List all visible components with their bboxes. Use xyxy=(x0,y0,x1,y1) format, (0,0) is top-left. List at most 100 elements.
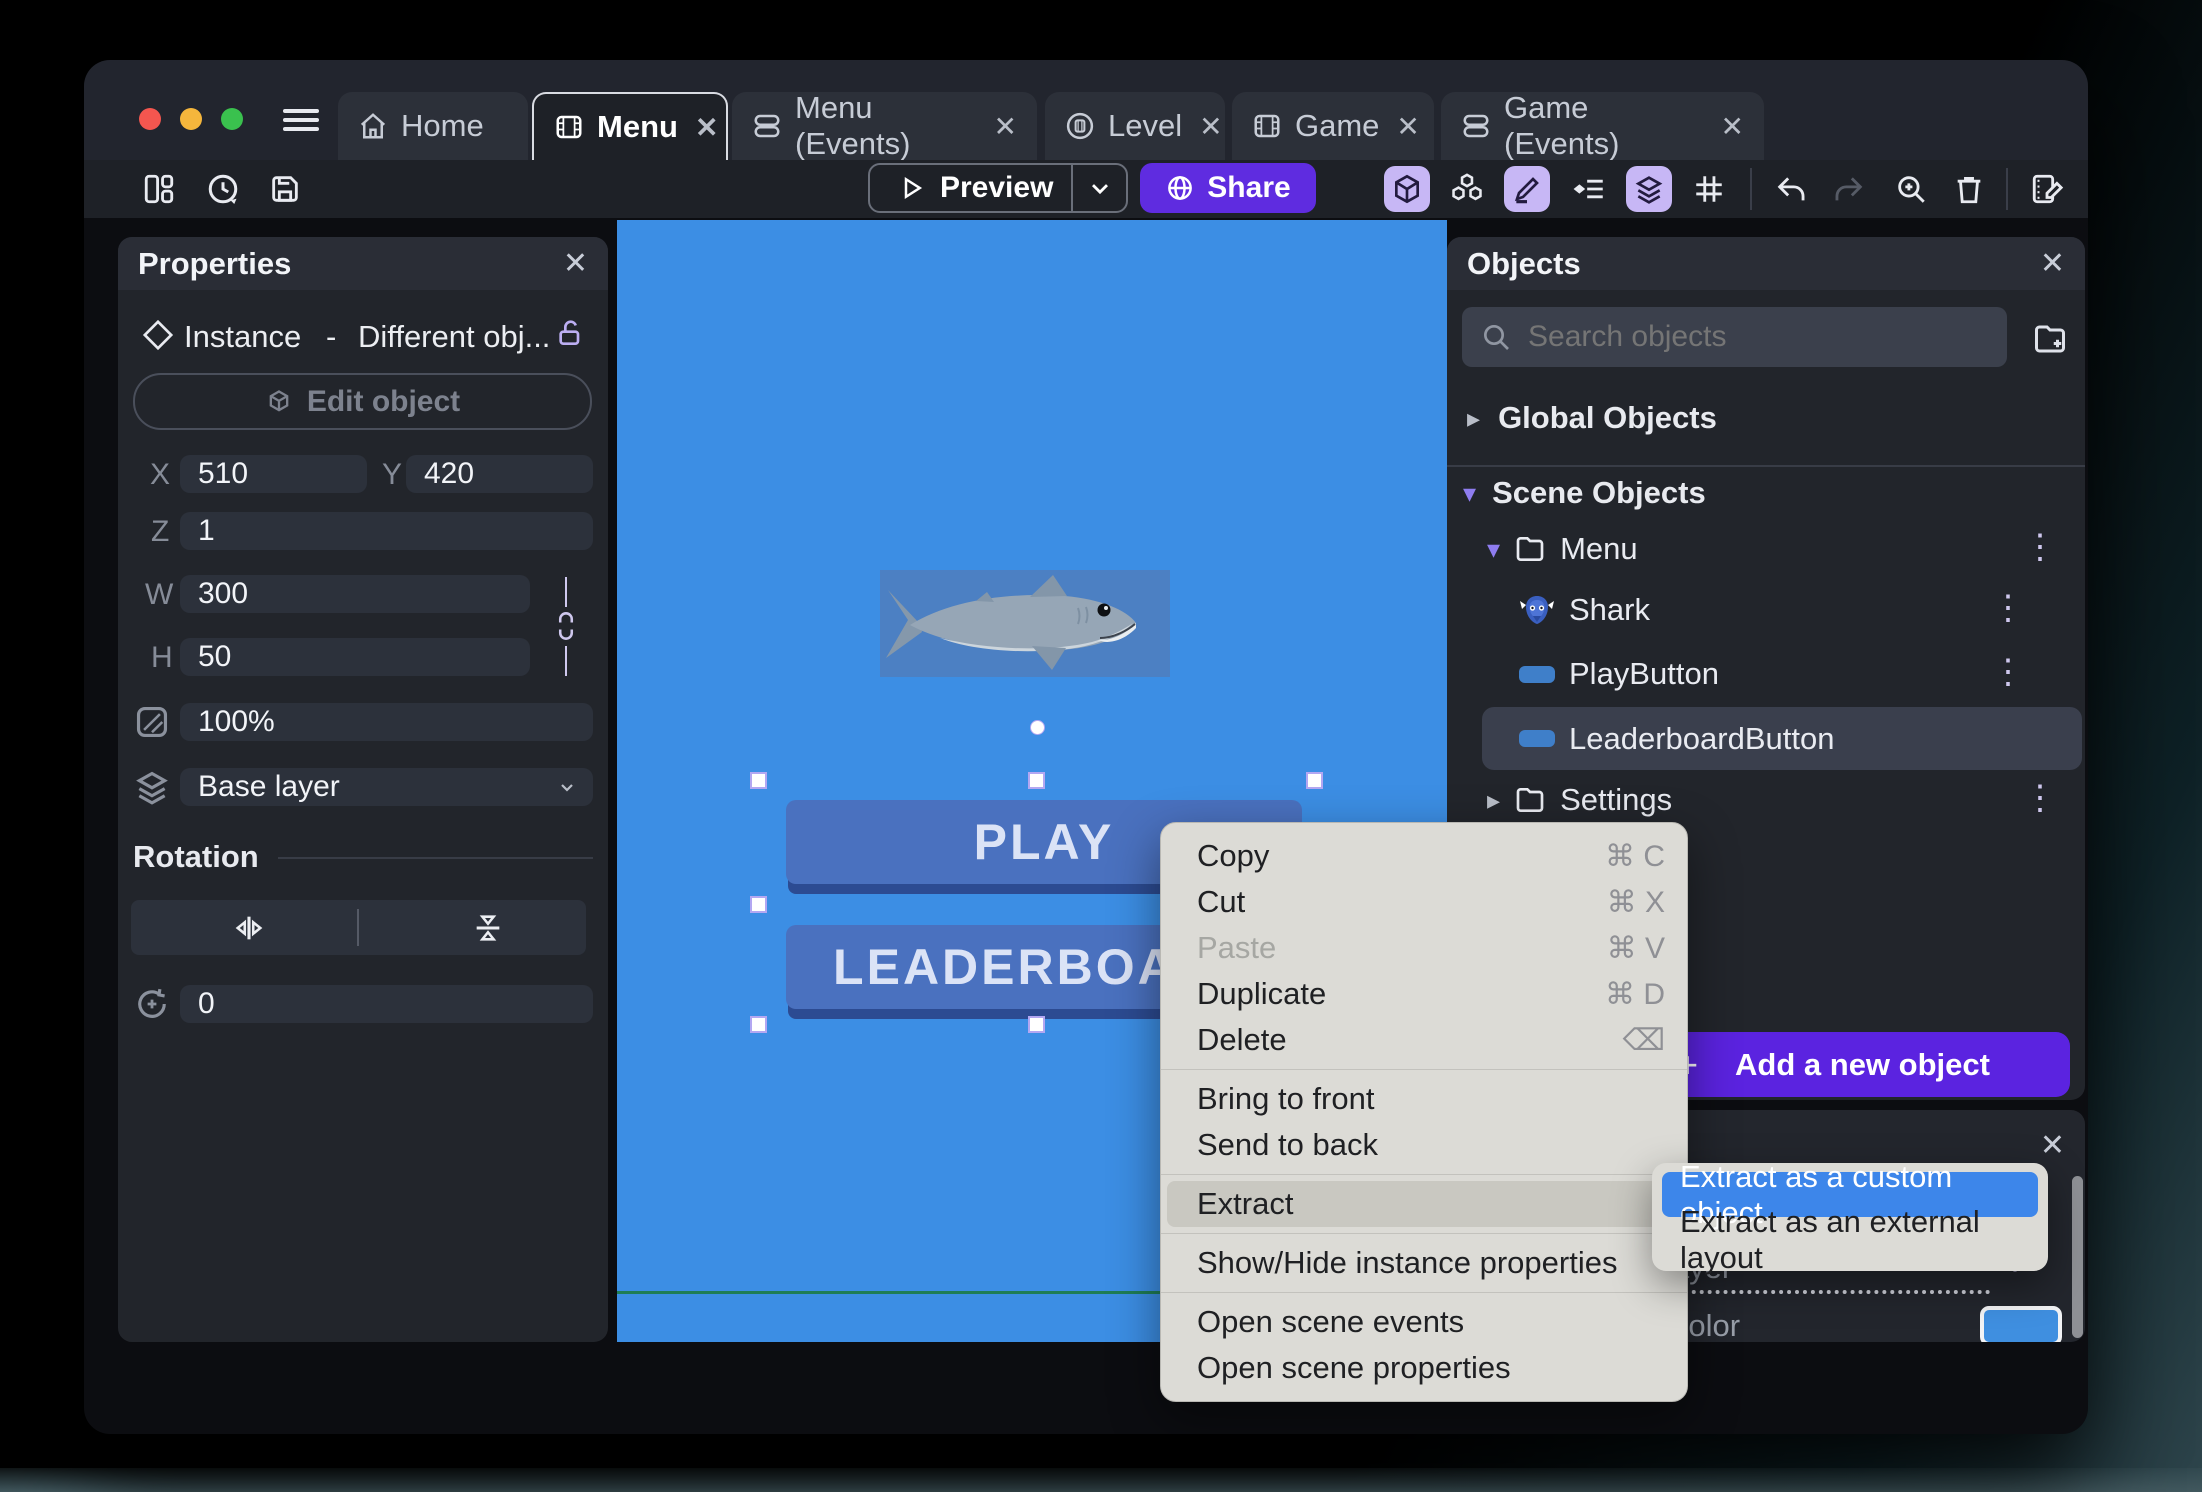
tree-row-leaderboardbutton-selected[interactable]: LeaderboardButton ⋮ xyxy=(1482,707,2082,770)
tab-home[interactable]: Home xyxy=(338,92,528,160)
flip-horizontal-icon[interactable] xyxy=(231,911,267,945)
close-icon[interactable]: ✕ xyxy=(2040,246,2065,281)
kebab-menu-icon[interactable]: ⋮ xyxy=(2023,778,2057,818)
instance-properties-icon[interactable] xyxy=(1567,166,1613,212)
shark-sprite[interactable] xyxy=(880,570,1170,677)
z-input[interactable] xyxy=(180,512,593,550)
layer-select-value: Base layer xyxy=(198,770,340,803)
menu-item-send-to-back[interactable]: Send to back xyxy=(1161,1122,1687,1168)
tree-row-shark[interactable]: Shark ⋮ xyxy=(1519,589,2067,631)
tab-close-icon[interactable]: ✕ xyxy=(994,110,1017,143)
menu-divider xyxy=(1161,1233,1687,1234)
panels-layout-icon[interactable] xyxy=(136,166,182,212)
edit-pencil-icon[interactable] xyxy=(1504,166,1550,212)
undo-icon[interactable] xyxy=(1768,166,1814,212)
menu-item-copy[interactable]: Copy ⌘ C xyxy=(1161,833,1687,879)
instance-diamond-icon xyxy=(142,319,174,351)
menu-item-open-scene-properties[interactable]: Open scene properties xyxy=(1161,1345,1687,1391)
tab-level[interactable]: Level ✕ xyxy=(1045,92,1225,160)
dotted-divider xyxy=(1660,1290,1990,1294)
home-icon xyxy=(358,111,388,141)
menu-item-duplicate[interactable]: Duplicate ⌘ D xyxy=(1161,971,1687,1017)
flip-vertical-icon[interactable] xyxy=(471,911,505,945)
angle-input[interactable] xyxy=(180,985,593,1023)
edit-object-button[interactable]: Edit object xyxy=(133,373,592,430)
divider xyxy=(1750,168,1752,210)
close-window-button[interactable] xyxy=(139,108,161,130)
gdevelop-window: Home Menu ✕ Menu (Events) ✕ Level ✕ Game… xyxy=(84,60,2088,1434)
add-new-object-button[interactable]: + Add a new object xyxy=(1655,1032,2070,1097)
globe-icon xyxy=(1165,173,1195,203)
menu-item-bring-to-front[interactable]: Bring to front xyxy=(1161,1076,1687,1122)
extract-submenu: Extract as a custom object Extract as an… xyxy=(1652,1159,2048,1275)
w-input[interactable] xyxy=(180,575,530,613)
desktop-gradient xyxy=(0,1468,2202,1492)
tab-close-icon[interactable]: ✕ xyxy=(695,111,718,144)
tab-game-events[interactable]: Game (Events) ✕ xyxy=(1441,90,1764,161)
kebab-menu-icon[interactable]: ⋮ xyxy=(2023,527,2057,567)
tab-close-icon[interactable]: ✕ xyxy=(1721,110,1744,143)
add-folder-icon[interactable] xyxy=(2032,321,2068,357)
tab-menu-events[interactable]: Menu (Events) ✕ xyxy=(732,90,1037,161)
instance-object-label: Different obj... xyxy=(358,319,551,354)
share-button[interactable]: Share xyxy=(1140,163,1316,213)
layers-icon[interactable] xyxy=(1626,166,1672,212)
selection-handle[interactable] xyxy=(750,772,767,789)
menu-item-extract[interactable]: Extract› xyxy=(1167,1181,1681,1227)
kebab-menu-icon[interactable]: ⋮ xyxy=(1991,652,2025,692)
global-objects-section[interactable]: ▸ Global Objects xyxy=(1467,400,1717,436)
zoom-in-icon[interactable] xyxy=(1888,166,1934,212)
edit-events-sheet-icon[interactable] xyxy=(2024,166,2070,212)
opacity-input[interactable] xyxy=(180,703,593,741)
tree-row-settings-folder[interactable]: ▸ Settings ⋮ xyxy=(1487,778,2067,820)
tab-close-icon[interactable]: ✕ xyxy=(1396,110,1419,143)
history-icon[interactable] xyxy=(200,166,246,212)
close-icon[interactable]: ✕ xyxy=(563,246,588,281)
close-icon[interactable]: ✕ xyxy=(2040,1128,2065,1163)
tree-row-menu-folder[interactable]: ▾ Menu ⋮ xyxy=(1487,527,2067,569)
selection-handle[interactable] xyxy=(1028,1016,1045,1033)
lock-open-icon[interactable] xyxy=(554,317,586,349)
tab-close-icon[interactable]: ✕ xyxy=(1199,110,1222,143)
layer-select[interactable]: Base layer xyxy=(180,768,593,806)
menu-item-open-scene-events[interactable]: Open scene events xyxy=(1161,1299,1687,1345)
objects-3d-view-icon[interactable] xyxy=(1384,166,1430,212)
search-box[interactable] xyxy=(1462,307,2007,367)
link-aspect-icon[interactable] xyxy=(556,611,576,641)
x-input[interactable] xyxy=(180,455,367,493)
selection-handle[interactable] xyxy=(1306,772,1323,789)
y-input[interactable] xyxy=(406,455,593,493)
selection-handle[interactable] xyxy=(750,1016,767,1033)
add-object-label: Add a new object xyxy=(1735,1046,1990,1082)
aspect-link-line xyxy=(565,577,567,607)
main-menu-icon[interactable] xyxy=(283,109,319,131)
scrollbar[interactable] xyxy=(2072,1176,2083,1338)
rotation-handle[interactable] xyxy=(1030,720,1045,735)
selection-handle[interactable] xyxy=(750,896,767,913)
menu-item-paste[interactable]: Paste ⌘ V xyxy=(1161,925,1687,971)
menu-item-cut[interactable]: Cut ⌘ X xyxy=(1161,879,1687,925)
tab-game[interactable]: Game ✕ xyxy=(1232,92,1434,160)
search-input[interactable] xyxy=(1526,319,1970,355)
scene-objects-section[interactable]: ▾ Scene Objects xyxy=(1463,475,1706,511)
save-icon[interactable] xyxy=(262,166,308,212)
layers-icon xyxy=(133,768,171,806)
chevron-down-icon[interactable] xyxy=(1086,174,1114,202)
tree-row-playbutton[interactable]: PlayButton ⋮ xyxy=(1519,653,2067,695)
redo-icon[interactable] xyxy=(1826,166,1872,212)
maximize-window-button[interactable] xyxy=(221,108,243,130)
color-swatch[interactable] xyxy=(1980,1306,2062,1342)
h-input[interactable] xyxy=(180,638,530,676)
submenu-item-extract-external-layout[interactable]: Extract as an external layout xyxy=(1662,1204,2038,1275)
selection-handle[interactable] xyxy=(1028,772,1045,789)
menu-item-delete[interactable]: Delete ⌫ xyxy=(1161,1017,1687,1063)
button-thumbnail xyxy=(1519,730,1555,747)
tab-menu[interactable]: Menu ✕ xyxy=(532,92,728,160)
preview-button[interactable]: Preview xyxy=(868,163,1128,213)
kebab-menu-icon[interactable]: ⋮ xyxy=(1991,588,2025,628)
trash-icon[interactable] xyxy=(1946,166,1992,212)
menu-item-show-hide-instance-properties[interactable]: Show/Hide instance properties xyxy=(1161,1240,1687,1286)
grid-icon[interactable] xyxy=(1686,166,1732,212)
instances-icon[interactable] xyxy=(1444,166,1490,212)
minimize-window-button[interactable] xyxy=(180,108,202,130)
